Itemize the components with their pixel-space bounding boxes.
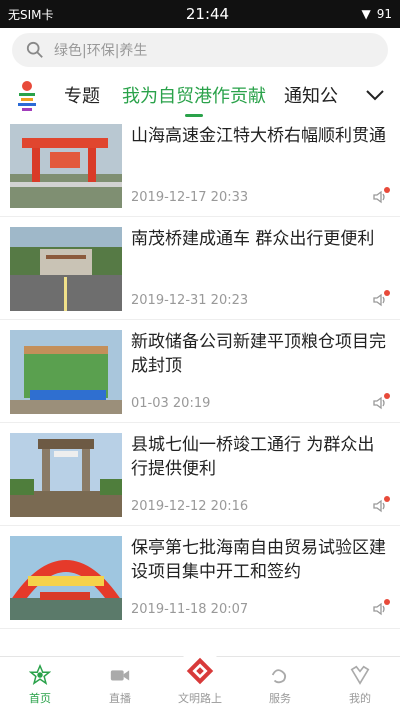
profile-icon — [350, 665, 370, 685]
news-time: 2019-12-31 20:23 — [131, 293, 249, 308]
nav-label: 直播 — [109, 692, 131, 705]
nav-label: 服务 — [269, 692, 291, 705]
audio-icon[interactable] — [372, 496, 390, 514]
search-icon — [26, 41, 43, 58]
nav-service[interactable]: 服务 — [240, 657, 320, 711]
news-content: 保亭第七批海南自由贸易试验区建设项目集中开工和签约 2019-11-18 20:… — [131, 536, 390, 619]
unread-dot — [384, 393, 390, 399]
nav-home[interactable]: 首页 — [0, 657, 80, 711]
unread-dot — [384, 187, 390, 193]
unread-dot — [384, 290, 390, 296]
news-thumbnail — [10, 227, 122, 311]
chevron-down-icon[interactable] — [360, 89, 390, 101]
status-right: ▼ 91 — [361, 7, 392, 21]
news-title: 山海高速金江特大桥右幅顺利贯通 — [131, 126, 386, 146]
search-placeholder: 绿色|环保|养生 — [54, 43, 148, 59]
news-thumbnail — [10, 433, 122, 517]
audio-icon[interactable] — [372, 393, 390, 411]
news-time: 01-03 20:19 — [131, 396, 211, 411]
news-title: 县城七仙一桥竣工通行 为群众出行提供便利 — [131, 435, 375, 479]
news-time: 2019-11-18 20:07 — [131, 602, 249, 617]
nav-label: 我的 — [349, 692, 371, 705]
audio-icon[interactable] — [372, 599, 390, 617]
news-thumbnail — [10, 330, 122, 414]
civilization-icon — [178, 649, 222, 693]
news-title: 新政储备公司新建平顶粮仓项目完成封顶 — [131, 332, 386, 376]
news-content: 南茂桥建成通车 群众出行更便利 2019-12-31 20:23 — [131, 227, 390, 310]
unread-dot — [384, 496, 390, 502]
news-time: 2019-12-17 20:33 — [131, 190, 249, 205]
service-icon — [271, 669, 287, 684]
news-thumbnail — [10, 124, 122, 208]
status-left: 无SIM卡 — [8, 6, 54, 23]
tab-topics[interactable]: 专题 — [64, 82, 100, 108]
status-bar: 无SIM卡 21:44 ▼ 91 — [0, 0, 400, 28]
nav-civilization[interactable]: 文明路上 — [160, 649, 240, 711]
news-content: 新政储备公司新建平顶粮仓项目完成封顶 01-03 20:19 — [131, 330, 390, 413]
news-list: 山海高速金江特大桥右幅顺利贯通 2019-12-17 20:33 南茂桥建成通车… — [0, 114, 400, 629]
search-input[interactable]: 绿色|环保|养生 — [12, 33, 388, 67]
news-content: 山海高速金江特大桥右幅顺利贯通 2019-12-17 20:33 — [131, 124, 390, 207]
live-icon — [110, 670, 130, 681]
bottom-navigation: 首页 直播 文明路上 服务 我的 — [0, 649, 400, 711]
news-title: 南茂桥建成通车 群众出行更便利 — [131, 229, 375, 249]
app-logo — [12, 77, 42, 113]
nav-profile[interactable]: 我的 — [320, 657, 400, 711]
nav-live[interactable]: 直播 — [80, 657, 160, 711]
news-title: 保亭第七批海南自由贸易试验区建设项目集中开工和签约 — [131, 538, 386, 582]
news-item[interactable]: 南茂桥建成通车 群众出行更便利 2019-12-31 20:23 — [0, 217, 400, 320]
home-icon — [29, 664, 51, 685]
category-tabs: 专题 我为自贸港作贡献 通知公 — [0, 71, 400, 119]
audio-icon[interactable] — [372, 187, 390, 205]
nav-label: 首页 — [29, 692, 51, 705]
news-item[interactable]: 保亭第七批海南自由贸易试验区建设项目集中开工和签约 2019-11-18 20:… — [0, 526, 400, 629]
tab-notices[interactable]: 通知公 — [284, 82, 360, 108]
news-content: 县城七仙一桥竣工通行 为群众出行提供便利 2019-12-12 20:16 — [131, 433, 390, 516]
news-item[interactable]: 山海高速金江特大桥右幅顺利贯通 2019-12-17 20:33 — [0, 114, 400, 217]
unread-dot — [384, 599, 390, 605]
wifi-icon: ▼ — [361, 7, 371, 21]
status-time: 21:44 — [185, 5, 230, 23]
news-item[interactable]: 新政储备公司新建平顶粮仓项目完成封顶 01-03 20:19 — [0, 320, 400, 423]
battery-level: 91 — [376, 7, 392, 21]
search-bar-wrapper: 绿色|环保|养生 — [0, 28, 400, 71]
audio-icon[interactable] — [372, 290, 390, 308]
news-thumbnail — [10, 536, 122, 620]
news-item[interactable]: 县城七仙一桥竣工通行 为群众出行提供便利 2019-12-12 20:16 — [0, 423, 400, 526]
sim-status: 无SIM卡 — [8, 7, 54, 22]
news-time: 2019-12-12 20:16 — [131, 499, 249, 514]
tab-contribute[interactable]: 我为自贸港作贡献 — [122, 82, 266, 117]
